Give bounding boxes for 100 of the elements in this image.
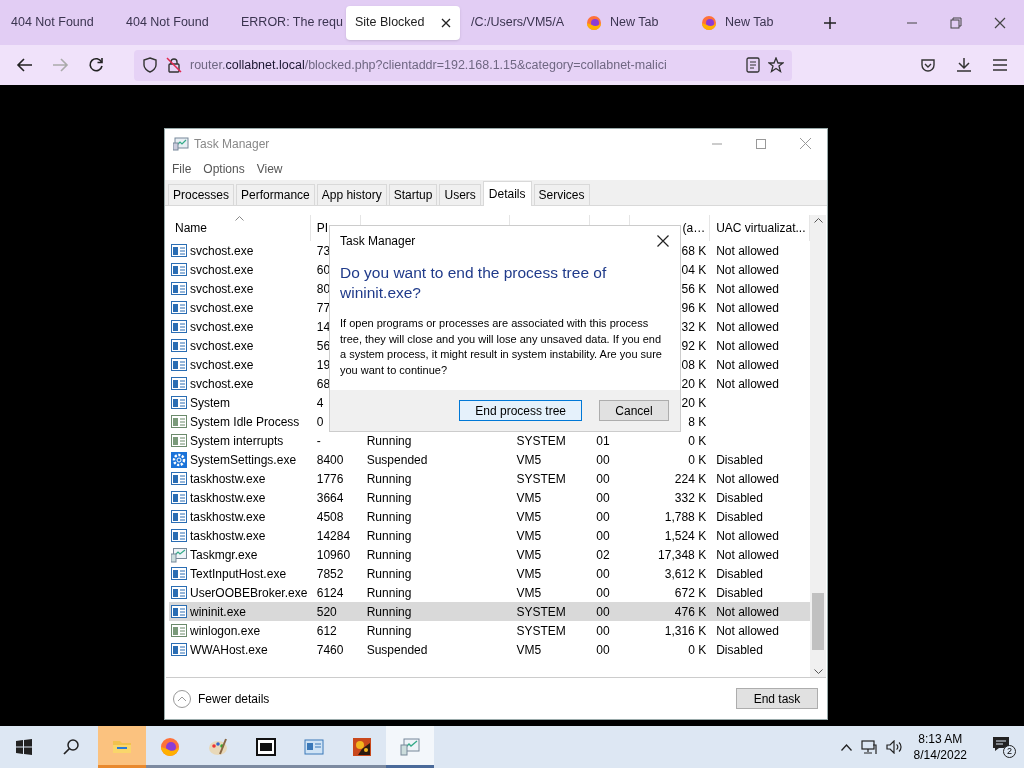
table-cell-text: SYSTEM (516, 432, 566, 450)
table-cell-text: 14 (316, 318, 331, 336)
table-cell-text: VM5 (516, 584, 542, 602)
table-cell-text: Disabled (716, 641, 763, 659)
table-cell-text: Not allowed (716, 318, 779, 336)
table-cell-text: 8 K (688, 413, 707, 431)
table-cell-text: Suspended (366, 641, 428, 659)
table-cell-text: 00 (596, 584, 610, 602)
dialog-message: If open programs or processes are associated with this process tree, they will close and you will lose any unsaved data. If you end a system process, it might result in system instability. Are you sure you want to continue? (340, 316, 663, 378)
table-cell-text: SYSTEM (516, 603, 566, 621)
table-cell-text: 56 K (681, 280, 707, 298)
table-cell-text: Not allowed (716, 356, 779, 374)
table-cell-text: 20 K (681, 375, 707, 393)
table-cell-text: 224 K (674, 470, 707, 488)
table-cell-text: taskhostw.exe (190, 508, 266, 526)
table-cell-text: 672 K (674, 584, 707, 602)
table-cell-text: Disabled (716, 584, 763, 602)
table-cell-text: 00 (596, 641, 610, 659)
table-cell-text: svchost.exe (190, 261, 254, 279)
table-cell-text: Running (366, 432, 412, 450)
table-cell-text: Not allowed (716, 299, 779, 317)
table-cell-text: VM5 (516, 451, 542, 469)
table-cell-text: UserOOBEBroker.exe (190, 584, 308, 602)
table-cell-text: svchost.exe (190, 299, 254, 317)
table-cell-text: 3,612 K (664, 565, 707, 583)
table-cell-text: 332 K (674, 489, 707, 507)
table-cell-text: 20 K (681, 394, 707, 412)
table-cell-text: VM5 (516, 489, 542, 507)
url-text: router.collabnet.local/blocked.php?clientaddr=192.168.1.15&category=collabnet-malici (190, 56, 668, 74)
table-cell-text: 1,788 K (664, 508, 707, 526)
dialog-title: Task Manager (340, 232, 416, 250)
table-cell-text: svchost.exe (190, 375, 254, 393)
table-cell-text: TextInputHost.exe (190, 565, 287, 583)
table-cell-text: Disabled (716, 451, 763, 469)
table-cell-text: Running (366, 489, 412, 507)
table-cell-text: Running (366, 584, 412, 602)
table-cell-text: SYSTEM (516, 470, 566, 488)
table-cell-text: Not allowed (716, 280, 779, 298)
table-cell-text: Not allowed (716, 470, 779, 488)
table-cell-text: svchost.exe (190, 356, 254, 374)
table-cell-text: 6124 (316, 584, 344, 602)
table-cell-text: Not allowed (716, 527, 779, 545)
notification-badge: 2 (1003, 745, 1016, 758)
table-cell-text: 02 (596, 546, 610, 564)
table-cell-text: 0 (316, 413, 324, 431)
table-cell-text: VM5 (516, 527, 542, 545)
table-cell-text: 14284 (316, 527, 351, 545)
table-cell-text: 4 (316, 394, 324, 412)
table-cell-text: Running (366, 565, 412, 583)
table-cell-text: Running (366, 546, 412, 564)
table-cell-text: Not allowed (716, 375, 779, 393)
table-cell-text: 1,524 K (664, 527, 707, 545)
table-cell-text: 01 (596, 432, 610, 450)
table-cell-text: 00 (596, 451, 610, 469)
table-cell-text: Running (366, 603, 412, 621)
table-cell-text: 520 (316, 603, 337, 621)
table-cell-text: 00 (596, 622, 610, 640)
table-cell-text: 00 (596, 508, 610, 526)
table-cell-text: 92 K (681, 337, 707, 355)
table-cell-text: svchost.exe (190, 337, 254, 355)
table-cell-text: Disabled (716, 489, 763, 507)
table-cell-text: 8400 (316, 451, 344, 469)
table-cell-text: 56 (316, 337, 331, 355)
table-cell-text: Taskmgr.exe (190, 546, 258, 564)
table-cell-text: 0 K (688, 451, 707, 469)
table-cell-text: 00 (596, 603, 610, 621)
table-cell-text: 73 (316, 242, 331, 260)
table-cell-text: VM5 (516, 508, 542, 526)
table-cell-text: 77 (316, 299, 331, 317)
table-cell-text: - (316, 432, 321, 450)
table-cell-text: 7460 (316, 641, 344, 659)
table-cell-text: 68 (316, 375, 331, 393)
table-cell-text: System interrupts (190, 432, 284, 450)
table-cell-text: wininit.exe (190, 603, 247, 621)
table-cell-text: 32 K (681, 318, 707, 336)
table-cell-text: Not allowed (716, 242, 779, 260)
table-cell-text: VM5 (516, 565, 542, 583)
table-cell-text: 68 K (681, 242, 707, 260)
table-cell-text: svchost.exe (190, 318, 254, 336)
table-cell-text: VM5 (516, 546, 542, 564)
table-cell-text: 1776 (316, 470, 344, 488)
table-cell-text: WWAHost.exe (190, 641, 268, 659)
table-cell-text: 1,316 K (664, 622, 707, 640)
dialog-heading: Do you want to end the process tree of wininit.exe? (340, 263, 608, 303)
table-cell-text: Not allowed (716, 261, 779, 279)
table-cell-text: Running (366, 622, 412, 640)
table-cell-text: 476 K (674, 603, 707, 621)
table-cell-text: Running (366, 527, 412, 545)
table-cell-text: 00 (596, 527, 610, 545)
table-cell-text: svchost.exe (190, 280, 254, 298)
table-cell-text: 17,348 K (658, 546, 707, 564)
table-cell-text: Disabled (716, 565, 763, 583)
table-cell-text: 0 K (688, 432, 707, 450)
table-cell-text: 00 (596, 489, 610, 507)
table-cell-text: Not allowed (716, 337, 779, 355)
table-cell-text: 612 (316, 622, 337, 640)
table-cell-text: 04 K (681, 261, 707, 279)
table-cell-text: Suspended (366, 451, 428, 469)
table-cell-text: SYSTEM (516, 622, 566, 640)
table-cell-text: svchost.exe (190, 242, 254, 260)
